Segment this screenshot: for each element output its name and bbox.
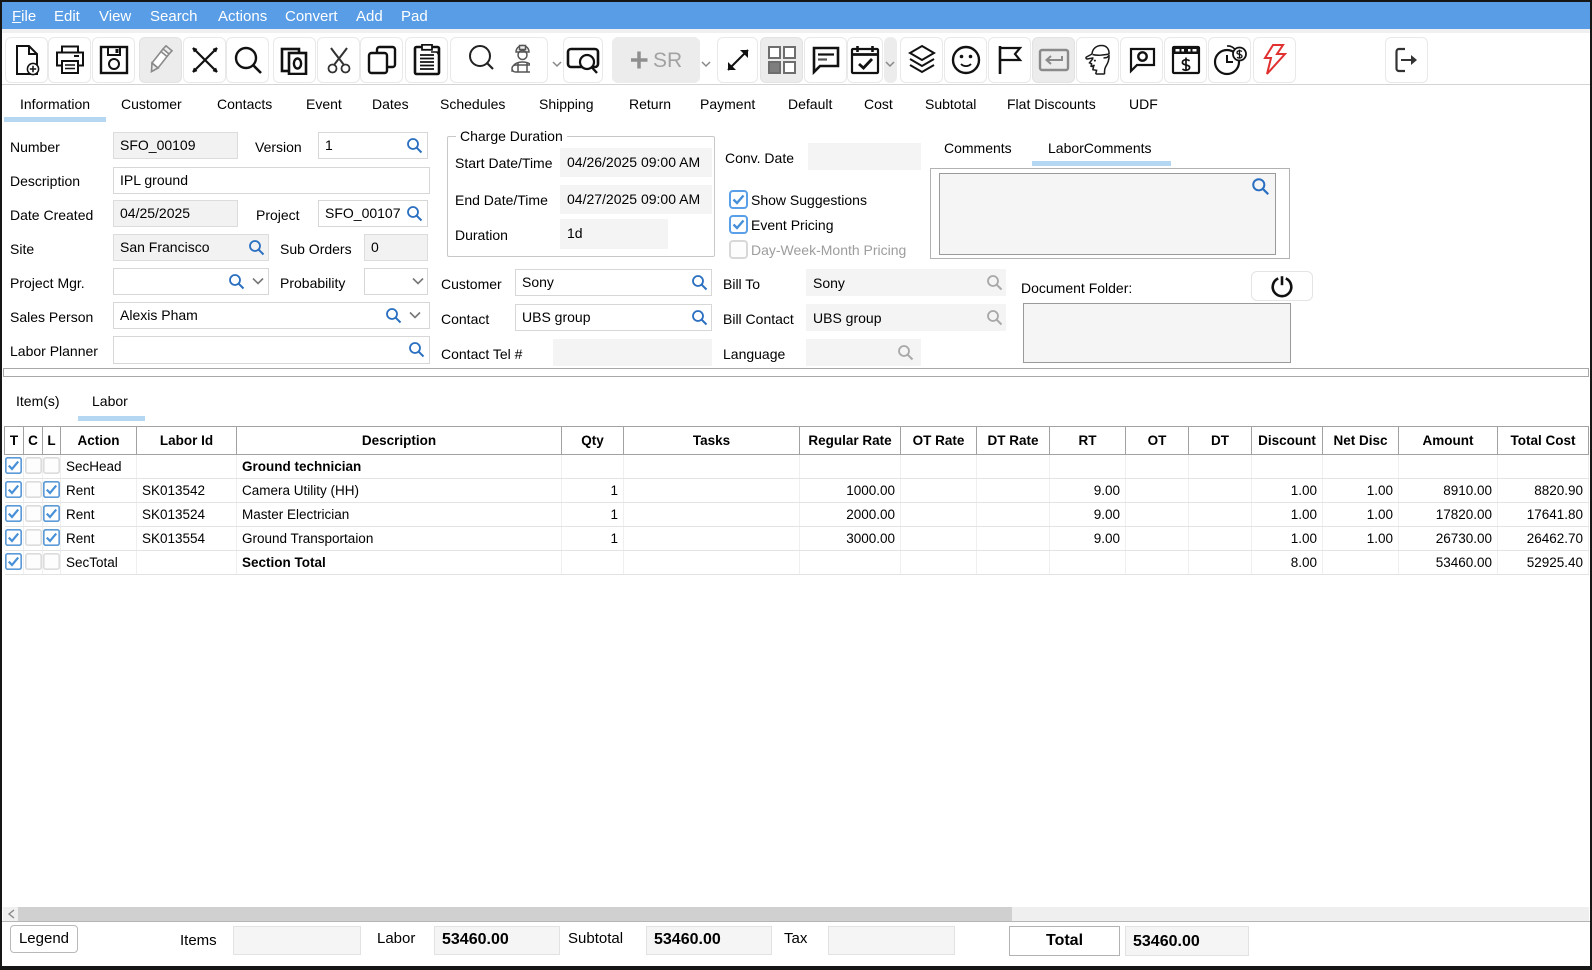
svg-text:SR: SR (653, 49, 681, 71)
